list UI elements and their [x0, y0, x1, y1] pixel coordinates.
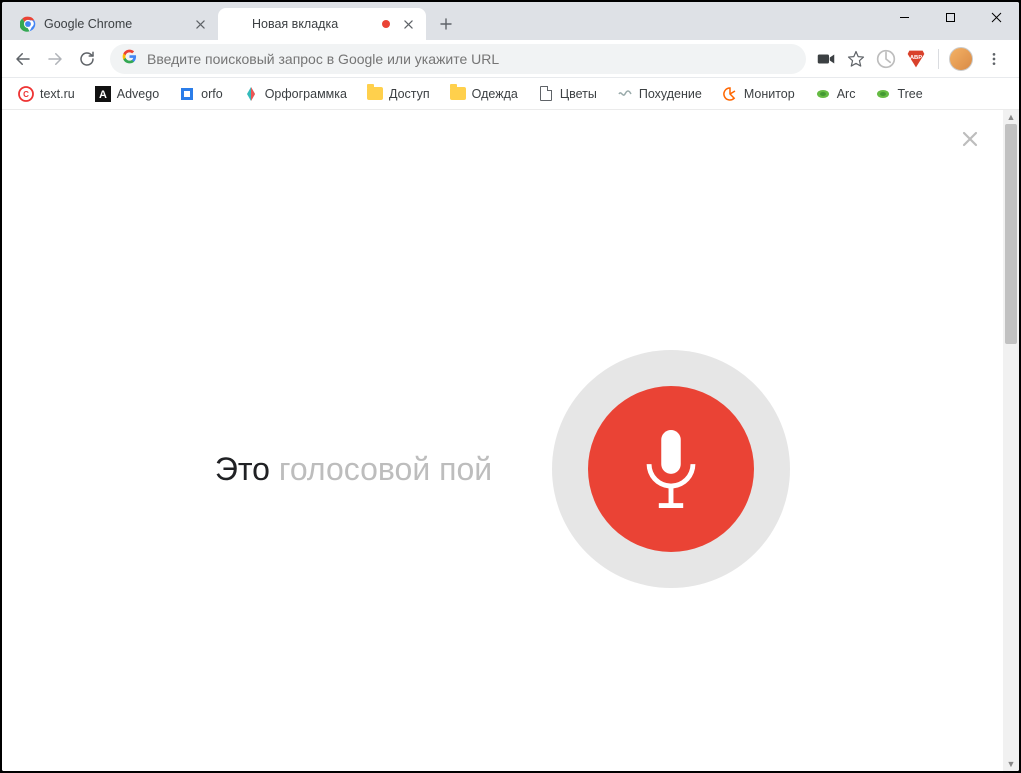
orfogrammka-icon [243, 86, 259, 102]
profile-avatar[interactable] [949, 47, 973, 71]
pohud-icon [617, 86, 633, 102]
svg-text:ABP: ABP [910, 55, 922, 61]
doc-icon [538, 86, 554, 102]
bookmark-label: text.ru [40, 87, 75, 101]
address-input[interactable] [147, 51, 794, 67]
bookmark-label: Одежда [472, 87, 518, 101]
omnibox[interactable] [110, 44, 806, 74]
voice-transcript: Это голосовой пой [215, 451, 492, 488]
content-area: Это голосовой пой ▲ ▼ [2, 110, 1019, 771]
bookmark-label: Орфограммка [265, 87, 347, 101]
toolbar: ABP [2, 40, 1019, 78]
arc-icon [815, 86, 831, 102]
bookmark-advego[interactable]: A Advego [87, 81, 167, 107]
tree-icon [875, 86, 891, 102]
chrome-icon [20, 16, 36, 32]
bookmark-label: Arc [837, 87, 856, 101]
textru-icon: C [18, 86, 34, 102]
svg-text:A: A [99, 89, 107, 101]
voice-text-final: Это [215, 451, 270, 487]
svg-text:C: C [23, 90, 29, 99]
scroll-thumb[interactable] [1005, 124, 1017, 344]
bookmark-textru[interactable]: Ctext.ru [10, 81, 83, 107]
bookmark-arc[interactable]: Arc [807, 81, 864, 107]
bookmark-label: Доступ [389, 87, 430, 101]
forward-button[interactable] [40, 44, 70, 74]
voice-search-container: Это голосовой пой [2, 350, 1003, 588]
back-button[interactable] [8, 44, 38, 74]
close-window-button[interactable] [973, 2, 1019, 32]
scroll-down-icon[interactable]: ▼ [1003, 757, 1019, 771]
tab-title: Google Chrome [44, 17, 192, 31]
bookmark-flowers[interactable]: Цветы [530, 81, 605, 107]
monitor-icon [722, 86, 738, 102]
camera-icon[interactable] [814, 47, 838, 71]
bookmark-tree[interactable]: Tree [867, 81, 930, 107]
voice-text-interim: голосовой пой [270, 451, 492, 487]
bookmark-orfo[interactable]: orfo [171, 81, 231, 107]
blank-favicon-icon [228, 16, 244, 32]
google-g-icon [122, 49, 137, 69]
mic-icon [588, 386, 754, 552]
advego-icon: A [95, 86, 111, 102]
menu-button[interactable] [979, 44, 1009, 74]
yandex-ext-icon[interactable] [874, 47, 898, 71]
folder-icon [367, 86, 383, 102]
bookmark-monitor[interactable]: Монитор [714, 81, 803, 107]
tab-google-chrome[interactable]: Google Chrome [10, 8, 218, 40]
abp-ext-icon[interactable]: ABP [904, 47, 928, 71]
orfo-icon [179, 86, 195, 102]
recording-indicator-icon [382, 20, 390, 28]
tab-title: Новая вкладка [252, 17, 376, 31]
close-icon[interactable] [400, 16, 416, 32]
vertical-scrollbar[interactable]: ▲ ▼ [1003, 110, 1019, 771]
bookmark-label: Advego [117, 87, 159, 101]
minimize-button[interactable] [881, 2, 927, 32]
bookmark-pohudenie[interactable]: Похудение [609, 81, 710, 107]
bookmark-star-icon[interactable] [844, 47, 868, 71]
tab-strip: Google Chrome Новая вкладка [2, 2, 460, 40]
voice-search-page: Это голосовой пой [2, 110, 1003, 771]
bookmark-orfogrammka[interactable]: Орфограммка [235, 81, 355, 107]
close-icon[interactable] [192, 16, 208, 32]
new-tab-button[interactable] [432, 10, 460, 38]
separator [938, 49, 939, 69]
voice-mic-button[interactable] [552, 350, 790, 588]
bookmark-label: Tree [897, 87, 922, 101]
bookmark-label: Похудение [639, 87, 702, 101]
scroll-up-icon[interactable]: ▲ [1003, 110, 1019, 124]
bookmark-label: Цветы [560, 87, 597, 101]
window-controls [881, 2, 1019, 32]
browser-window: Google Chrome Новая вкладка [2, 2, 1019, 771]
bookmark-label: orfo [201, 87, 223, 101]
close-voice-button[interactable] [955, 124, 985, 154]
toolbar-right: ABP [814, 44, 1013, 74]
tab-new-tab[interactable]: Новая вкладка [218, 8, 426, 40]
bookmark-odezhda[interactable]: Одежда [442, 81, 526, 107]
bookmark-dostup[interactable]: Доступ [359, 81, 438, 107]
titlebar: Google Chrome Новая вкладка [2, 2, 1019, 40]
bookmark-label: Монитор [744, 87, 795, 101]
folder-icon [450, 86, 466, 102]
bookmarks-bar: Ctext.ru A Advego orfo Орфограммка Доступ… [2, 78, 1019, 110]
reload-button[interactable] [72, 44, 102, 74]
maximize-button[interactable] [927, 2, 973, 32]
